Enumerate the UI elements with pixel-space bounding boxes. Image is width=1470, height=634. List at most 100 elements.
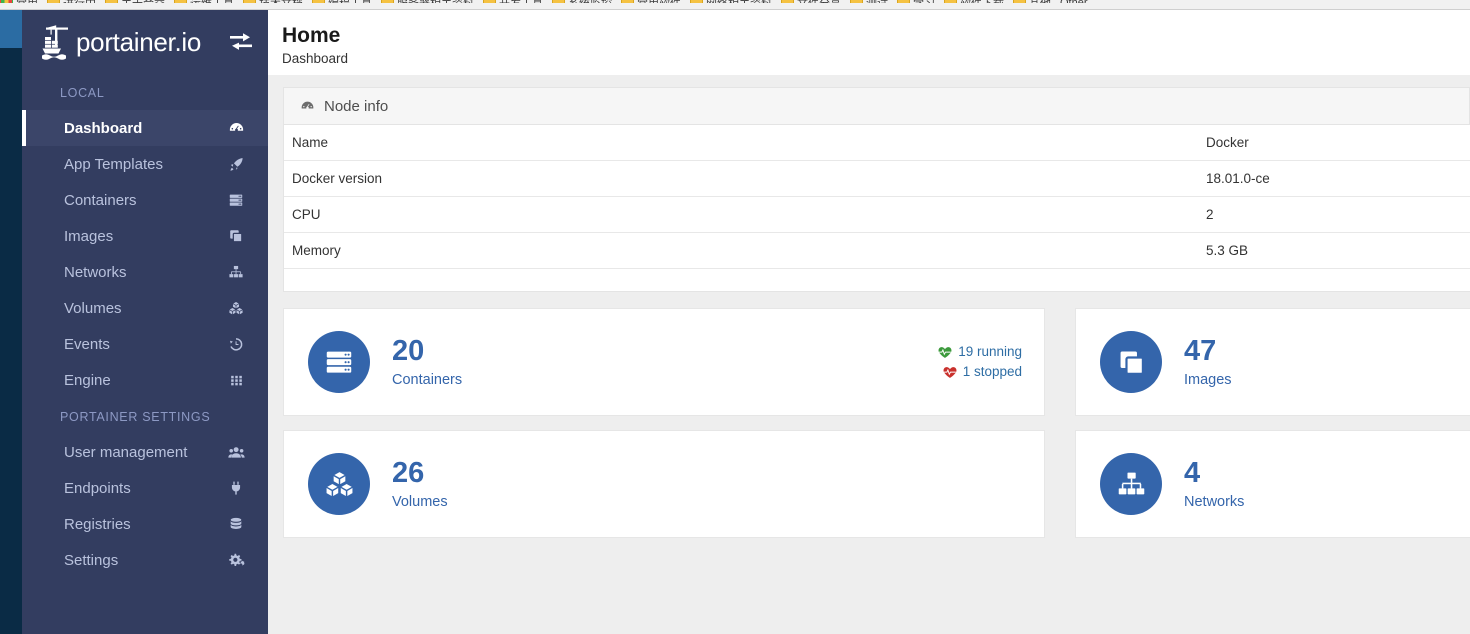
folder-icon	[483, 0, 496, 3]
table-row: Docker version 18.01.0-ce	[284, 160, 1470, 197]
brand-title: portainer.io	[76, 27, 202, 57]
clone-icon	[1100, 331, 1162, 393]
th-grid-icon	[226, 371, 246, 389]
table-row: Name Docker	[284, 125, 1470, 161]
table-row: CPU 2	[284, 196, 1470, 233]
bookmark-item[interactable]: 服务器相关资料	[381, 0, 483, 3]
sitemap-icon	[226, 263, 246, 281]
browser-bookmarks-bar[interactable]: 常用 进行中 关于会益 运维工具 技术文档 编程工具 服务器相关资料 开发工具 …	[0, 0, 1470, 10]
plug-icon	[226, 479, 246, 497]
networks-label: Networks	[1184, 494, 1245, 511]
sidebar-item-endpoints[interactable]: Endpoints	[22, 470, 268, 506]
sidebar: portainer.io LOCAL Dashboard App Templat…	[22, 10, 268, 634]
bookmark-item[interactable]: 进行中	[47, 0, 105, 3]
sidebar-item-label: User management	[64, 443, 188, 461]
bookmark-item[interactable]: 技术文档	[243, 0, 312, 3]
sidebar-item-engine[interactable]: Engine	[22, 362, 268, 398]
bookmark-item[interactable]: 学习	[897, 0, 944, 3]
sidebar-item-user-management[interactable]: User management	[22, 434, 268, 470]
portainer-logo-icon	[40, 23, 74, 61]
images-count: 47	[1184, 334, 1217, 367]
containers-card[interactable]: 20 Containers 19 running 1 stopped	[283, 308, 1045, 416]
images-card-body: 47 Images	[1184, 334, 1470, 388]
bookmark-item[interactable]: 运维工具	[174, 0, 243, 3]
bookmark-label: Other	[1060, 0, 1088, 3]
bookmark-item[interactable]: Other	[1060, 0, 1097, 3]
containers-running-label: 19 running	[958, 344, 1022, 359]
folder-icon	[850, 0, 863, 3]
bookmark-item[interactable]: 编程工具	[312, 0, 381, 3]
tachometer-icon	[226, 119, 246, 137]
bookmark-label: 其他	[1029, 0, 1051, 3]
page-title: Home	[282, 24, 341, 47]
bookmark-item[interactable]: 网络相关资料	[690, 0, 781, 3]
bookmark-item[interactable]: 关于会益	[105, 0, 174, 3]
sidebar-item-label: Volumes	[64, 299, 122, 317]
node-info-key: Docker version	[284, 160, 1202, 197]
containers-count: 20	[392, 334, 425, 367]
bookmark-label: 测试	[866, 0, 888, 3]
sidebar-item-images[interactable]: Images	[22, 218, 268, 254]
sidebar-item-volumes[interactable]: Volumes	[22, 290, 268, 326]
dashboard-content: Node info Name Docker Docker version 18.…	[268, 75, 1470, 538]
sidebar-item-label: Dashboard	[64, 119, 143, 137]
sidebar-item-registries[interactable]: Registries	[22, 506, 268, 542]
bookmark-item[interactable]: 系统监控	[552, 0, 621, 3]
heartbeat-green-icon	[938, 346, 952, 359]
node-info-key: CPU	[284, 196, 1202, 233]
folder-icon	[174, 0, 187, 3]
bookmark-item[interactable]: 文件分享	[781, 0, 850, 3]
bookmark-item[interactable]: 其他	[1013, 0, 1060, 3]
bookmark-label: 文件分享	[797, 0, 841, 3]
containers-running-status: 19 running	[938, 342, 1022, 362]
sidebar-item-containers[interactable]: Containers	[22, 182, 268, 218]
folder-icon	[312, 0, 325, 3]
volumes-label: Volumes	[392, 494, 448, 511]
sidebar-item-dashboard[interactable]: Dashboard	[22, 110, 268, 146]
sidebar-item-label: Events	[64, 335, 110, 353]
networks-card-body: 4 Networks	[1184, 456, 1470, 511]
colored-grid-icon	[0, 0, 13, 3]
node-info-key: Memory	[284, 232, 1202, 269]
bookmark-item[interactable]: 测试	[850, 0, 897, 3]
sidebar-item-label: Networks	[64, 263, 127, 281]
bookmark-label: 技术文档	[259, 0, 303, 3]
node-info-key: Name	[284, 125, 1202, 161]
node-info-panel: Node info Name Docker Docker version 18.…	[283, 87, 1470, 292]
bookmark-label: 常用软件	[637, 0, 681, 3]
volumes-card[interactable]: 26 Volumes	[283, 430, 1045, 538]
sidebar-item-label: Settings	[64, 551, 119, 569]
sidebar-item-label: Endpoints	[64, 479, 131, 497]
sitemap-icon	[1100, 453, 1162, 515]
bookmark-item[interactable]: 常用软件	[621, 0, 690, 3]
bookmark-item[interactable]: 开发工具	[483, 0, 552, 3]
main-content: Home Dashboard Node info Name Docker Doc…	[268, 10, 1470, 634]
bookmark-label: 常用	[16, 0, 38, 3]
folder-icon	[243, 0, 256, 3]
bookmark-label: 关于会益	[121, 0, 165, 3]
bookmark-item[interactable]: 常用	[0, 0, 47, 3]
sidebar-item-networks[interactable]: Networks	[22, 254, 268, 290]
cubes-icon	[308, 453, 370, 515]
networks-card[interactable]: 4 Networks	[1075, 430, 1470, 538]
sidebar-item-app-templates[interactable]: App Templates	[22, 146, 268, 182]
folder-icon	[381, 0, 394, 3]
database-icon	[226, 515, 246, 533]
window-edge-strip-top	[0, 10, 22, 48]
sidebar-item-events[interactable]: Events	[22, 326, 268, 362]
bookmark-label: 进行中	[63, 0, 96, 3]
bookmark-label: 开发工具	[499, 0, 543, 3]
containers-label: Containers	[392, 372, 463, 389]
brand-header: portainer.io	[22, 10, 268, 74]
bookmark-item[interactable]: 软件下载	[944, 0, 1013, 3]
node-info-value: 2	[1202, 196, 1470, 233]
bookmark-label: 网络相关资料	[706, 0, 772, 3]
exchange-arrows-icon[interactable]	[228, 31, 254, 53]
images-card[interactable]: 47 Images	[1075, 308, 1470, 416]
stat-cards: 20 Containers 19 running 1 stopped 47 Im…	[283, 308, 1470, 538]
panel-footer-spacer	[284, 269, 1470, 291]
containers-stopped-label: 1 stopped	[962, 364, 1022, 379]
sidebar-item-settings[interactable]: Settings	[22, 542, 268, 578]
networks-count: 4	[1184, 456, 1201, 489]
node-info-table: Name Docker Docker version 18.01.0-ce CP…	[284, 125, 1470, 269]
